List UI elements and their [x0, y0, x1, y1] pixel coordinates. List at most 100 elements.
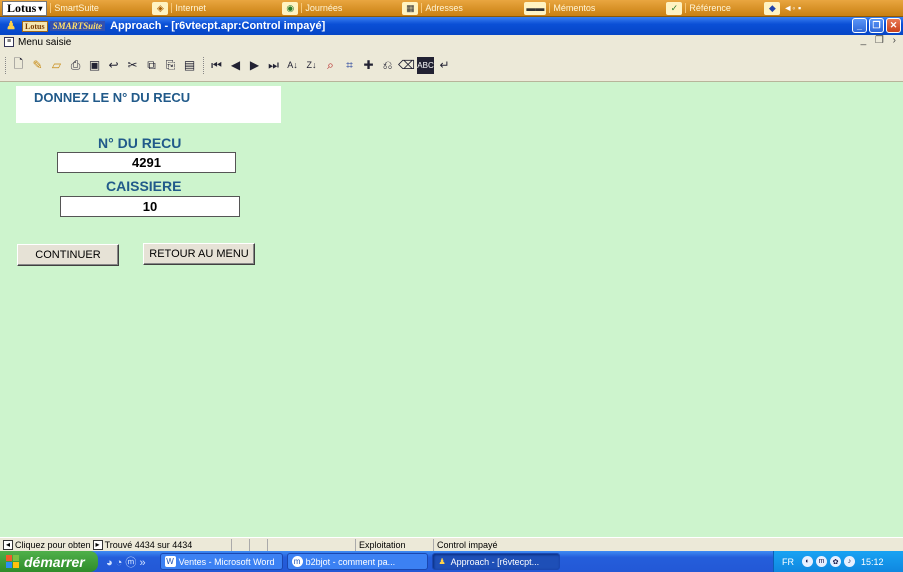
status-hint[interactable]: ◂ Cliquez pour obten ▸ Trouvé 4434 sur 4…	[0, 538, 232, 551]
suite-item-label: Internet	[171, 3, 206, 13]
view-text: Control impayé	[437, 539, 498, 550]
mementos-icon: ▬▬	[524, 1, 547, 15]
suite-item-label: Mémentos	[549, 3, 595, 13]
browser-icon: m	[291, 556, 303, 567]
task-label: Ventes - Microsoft Word	[178, 556, 275, 567]
arrow-right-icon: ▸	[92, 539, 103, 550]
suite-item-smartsuite[interactable]: SmartSuite	[50, 1, 110, 16]
status-view[interactable]: Control impayé	[434, 539, 544, 551]
minimize-icon: _	[856, 20, 862, 31]
status-mode[interactable]: Exploitation	[356, 538, 434, 551]
open-folder-icon[interactable]: ✎	[29, 57, 46, 74]
language-indicator[interactable]: FR	[782, 557, 794, 567]
suite-item-internet[interactable]: ◈ Internet	[152, 1, 270, 16]
next-record-icon[interactable]: ▶	[246, 57, 263, 74]
folder-icon[interactable]: ▱	[48, 57, 65, 74]
last-record-icon[interactable]: ⏭	[265, 57, 282, 74]
cut-icon[interactable]: ✂	[124, 57, 141, 74]
journees-icon: ◉	[282, 1, 299, 15]
status-cell-empty	[250, 538, 268, 551]
suite-item-label: Référence	[685, 3, 731, 13]
suite-tray[interactable]: ◆ ◄◦ ▪	[764, 1, 801, 16]
print-icon[interactable]: ⎙	[67, 57, 84, 74]
system-tray: FR ◐ m ✿ ♪ 15:12	[773, 551, 903, 572]
return-menu-button[interactable]: RETOUR AU MENU	[143, 243, 255, 265]
previous-record-icon[interactable]: ◀	[227, 57, 244, 74]
minimize-button[interactable]: _	[852, 18, 867, 33]
undo-icon[interactable]: ↩	[105, 57, 122, 74]
antivirus-icon[interactable]: ✿	[830, 556, 841, 567]
taskbar: démarrer ◕ ◔ ⓜ » W Ventes - Microsoft Wo…	[0, 551, 903, 572]
form-area: DONNEZ LE N° DU RECU N° DU RECU 4291 CAI…	[0, 82, 903, 537]
arrow-left-icon: ◂	[3, 539, 13, 550]
close-icon: ✕	[889, 20, 898, 30]
windows-logo-icon	[6, 555, 19, 568]
new-file-icon[interactable]: 🗋	[10, 57, 27, 74]
title-bar: ♟ Lotus SMARTSuite Approach - [r6vtecpt.…	[0, 17, 903, 35]
record-count: Trouvé 4434 sur 4434	[104, 539, 193, 550]
new-record-icon[interactable]: ✚	[360, 57, 377, 74]
suite-item-label: Adresses	[421, 3, 463, 13]
checkmark-icon: ✓	[666, 1, 683, 15]
suite-item-adresses[interactable]: ▦ Adresses	[402, 1, 520, 16]
suite-item-mementos[interactable]: ▬▬ Mémentos	[524, 1, 664, 16]
task-word[interactable]: W Ventes - Microsoft Word	[159, 553, 283, 570]
prompt-heading: DONNEZ LE N° DU RECU	[16, 86, 281, 123]
clock: 15:12	[861, 556, 884, 567]
approach-icon: ♟	[6, 20, 16, 32]
quick-launch[interactable]: ◕ ◔ ⓜ »	[106, 554, 146, 570]
recu-field[interactable]: 4291	[57, 152, 236, 173]
find-all-icon[interactable]: ⌗	[341, 57, 358, 74]
find-icon[interactable]: ⌕	[322, 57, 339, 74]
suite-item-journees[interactable]: ◉ Journées	[282, 1, 400, 16]
adresses-icon: ▦	[402, 1, 419, 15]
volume-icon[interactable]: ♪	[844, 556, 855, 567]
sort-ascending-icon[interactable]: A↓	[284, 57, 301, 74]
restore-button[interactable]: ❐	[869, 18, 884, 33]
network-icon[interactable]: ◐	[802, 556, 813, 567]
toolbar: 🗋 ✎ ▱ ⎙ ▣ ↩ ✂ ⧉ ⎘ ▤ ⏮ ◀ ▶ ⏭ A↓ Z↓ ⌕ ⌗ ✚ …	[0, 49, 903, 82]
caissiere-label: CAISSIERE	[106, 178, 182, 194]
caissiere-field[interactable]: 10	[60, 196, 240, 217]
document-controls[interactable]: _ ❐ ›	[861, 35, 899, 46]
suite-item-label: Journées	[301, 3, 342, 13]
spell-check-icon[interactable]: ABC	[417, 56, 434, 74]
task-approach[interactable]: ♟ Approach - [r6vtecpt...	[431, 553, 560, 570]
status-hint-text: Cliquez pour obten	[15, 539, 91, 550]
first-record-icon[interactable]: ⏮	[208, 57, 225, 74]
window-controls: _ ❐ ✕	[852, 18, 901, 33]
continue-button[interactable]: CONTINUER	[17, 244, 119, 266]
copy-icon[interactable]: ⧉	[143, 57, 160, 74]
document-icon: ≡	[4, 37, 14, 47]
start-label: démarrer	[24, 553, 85, 570]
restore-icon: ❐	[872, 20, 881, 30]
print-preview-icon[interactable]: ▣	[86, 57, 103, 74]
menu-label[interactable]: Menu saisie	[18, 37, 71, 48]
lotus-logo: Lotus	[7, 0, 37, 15]
enter-icon[interactable]: ↵	[436, 57, 453, 74]
suite-item-label: SmartSuite	[50, 3, 99, 13]
sort-descending-icon[interactable]: Z↓	[303, 57, 320, 74]
close-button[interactable]: ✕	[886, 18, 901, 33]
lotus-menu-button[interactable]: Lotus ▾	[2, 0, 48, 16]
duplicate-record-icon[interactable]: ⎌	[379, 57, 396, 74]
reference-icon: ◆	[764, 1, 781, 15]
smartsuite-badge: SMARTSuite	[49, 21, 106, 31]
mode-text: Exploitation	[359, 539, 406, 550]
task-browser[interactable]: m b2bjot - comment pa...	[286, 553, 428, 570]
status-bar: ◂ Cliquez pour obten ▸ Trouvé 4434 sur 4…	[0, 537, 903, 551]
suite-item-reference[interactable]: ✓ Référence	[666, 1, 756, 16]
toolbar-separator	[203, 56, 205, 74]
speaker-icon: ◄◦ ▪	[783, 3, 802, 13]
start-button[interactable]: démarrer	[0, 551, 98, 572]
task-label: Approach - [r6vtecpt...	[450, 556, 540, 567]
internet-icon: ◈	[152, 1, 169, 15]
clipboard-icon[interactable]: ▤	[181, 57, 198, 74]
paste-icon[interactable]: ⎘	[162, 57, 179, 74]
messenger-icon[interactable]: m	[816, 556, 827, 567]
chevron-down-icon: ▾	[38, 3, 43, 13]
delete-record-icon[interactable]: ⌫	[398, 57, 415, 74]
task-label: b2bjot - comment pa...	[305, 556, 396, 567]
recu-label: N° DU RECU	[98, 135, 182, 151]
toolbar-grip[interactable]	[5, 56, 7, 74]
